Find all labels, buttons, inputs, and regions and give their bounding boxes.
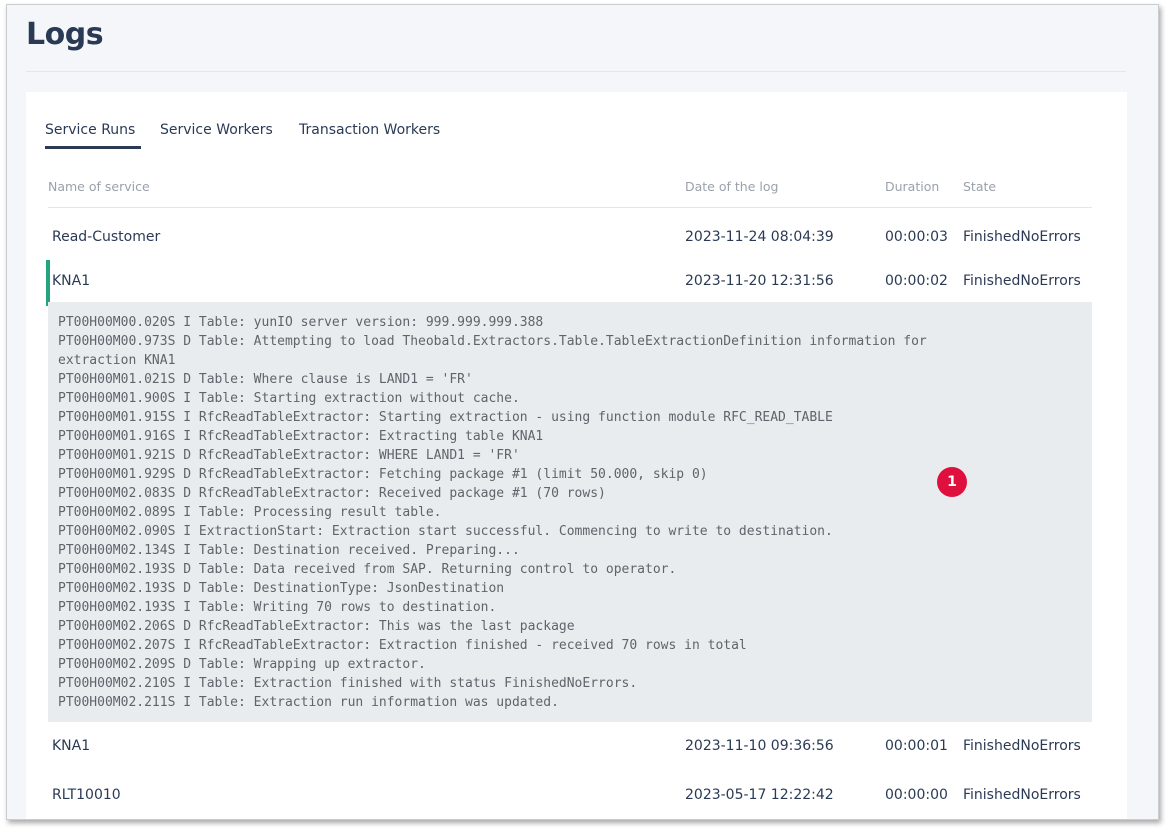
log-output[interactable]: PT00H00M00.020S I Table: yunIO server ve…: [48, 302, 1092, 722]
table-row-selected[interactable]: KNA1 2023-11-20 12:31:56 00:00:02 Finish…: [46, 260, 1092, 306]
column-header-date[interactable]: Date of the log: [685, 179, 778, 194]
service-name: RLT10010: [52, 787, 121, 803]
log-line: PT00H00M01.900S I Table: Starting extrac…: [58, 391, 520, 406]
header-divider: [48, 207, 1092, 208]
log-line: PT00H00M02.193S D Table: DestinationType…: [58, 581, 505, 596]
service-name: Read-Customer: [52, 229, 161, 245]
log-line: PT00H00M02.207S I RfcReadTableExtractor:…: [58, 638, 747, 653]
table-row[interactable]: RLT10010 2023-05-17 12:22:42 00:00:00 Fi…: [48, 774, 1092, 816]
tab-service-workers[interactable]: Service Workers: [160, 122, 273, 146]
service-name: KNA1: [52, 273, 91, 289]
state: FinishedNoErrors: [963, 229, 1081, 245]
log-line: PT00H00M02.211S I Table: Extraction run …: [58, 695, 559, 710]
log-date: 2023-11-10 09:36:56: [685, 738, 834, 754]
log-line: PT00H00M02.193S I Table: Writing 70 rows…: [58, 600, 497, 615]
log-line: PT00H00M02.193S D Table: Data received f…: [58, 562, 677, 577]
service-name: KNA1: [52, 738, 91, 754]
selected-row-indicator: [46, 260, 50, 306]
log-line: PT00H00M02.089S I Table: Processing resu…: [58, 505, 442, 520]
app-window: Logs Service Runs Service Workers Transa…: [6, 4, 1159, 820]
duration: 00:00:02: [885, 273, 948, 289]
tab-transaction-workers[interactable]: Transaction Workers: [299, 122, 440, 146]
log-line: PT00H00M01.929S D RfcReadTableExtractor:…: [58, 467, 708, 482]
log-line: PT00H00M01.021S D Table: Where clause is…: [58, 372, 473, 387]
log-line: PT00H00M02.134S I Table: Destination rec…: [58, 543, 520, 558]
state: FinishedNoErrors: [963, 787, 1081, 803]
duration: 00:00:01: [885, 738, 948, 754]
state: FinishedNoErrors: [963, 738, 1081, 754]
log-line: PT00H00M00.020S I Table: yunIO server ve…: [58, 315, 544, 330]
log-line: PT00H00M00.973S D Table: Attempting to l…: [58, 334, 927, 349]
table-row[interactable]: KNA1 2023-11-10 09:36:56 00:00:01 Finish…: [48, 725, 1092, 767]
log-line: PT00H00M02.083S D RfcReadTableExtractor:…: [58, 486, 606, 501]
log-line: PT00H00M02.090S I ExtractionStart: Extra…: [58, 524, 833, 539]
column-header-state[interactable]: State: [963, 179, 996, 194]
log-line: PT00H00M01.915S I RfcReadTableExtractor:…: [58, 410, 833, 425]
state: FinishedNoErrors: [963, 273, 1081, 289]
duration: 00:00:00: [885, 787, 948, 803]
page-title: Logs: [26, 17, 104, 52]
title-divider: [26, 71, 1126, 72]
log-date: 2023-05-17 12:22:42: [685, 787, 834, 803]
column-header-name[interactable]: Name of service: [48, 179, 150, 194]
log-line: PT00H00M02.210S I Table: Extraction fini…: [58, 676, 638, 691]
log-line: PT00H00M02.209S D Table: Wrapping up ext…: [58, 657, 426, 672]
log-date: 2023-11-20 12:31:56: [685, 273, 834, 289]
log-line: extraction KNA1: [58, 353, 176, 368]
duration: 00:00:03: [885, 229, 948, 245]
log-date: 2023-11-24 08:04:39: [685, 229, 834, 245]
column-header-duration[interactable]: Duration: [885, 179, 939, 194]
log-line: PT00H00M01.916S I RfcReadTableExtractor:…: [58, 429, 544, 444]
tab-service-runs[interactable]: Service Runs: [45, 122, 141, 149]
table-row[interactable]: Read-Customer 2023-11-24 08:04:39 00:00:…: [48, 216, 1092, 258]
logs-card: Service Runs Service Workers Transaction…: [26, 92, 1127, 819]
log-line: PT00H00M02.206S D RfcReadTableExtractor:…: [58, 619, 575, 634]
annotation-marker: 1: [937, 467, 967, 497]
log-line: PT00H00M01.921S D RfcReadTableExtractor:…: [58, 448, 520, 463]
log-lines: PT00H00M00.020S I Table: yunIO server ve…: [58, 313, 1018, 712]
